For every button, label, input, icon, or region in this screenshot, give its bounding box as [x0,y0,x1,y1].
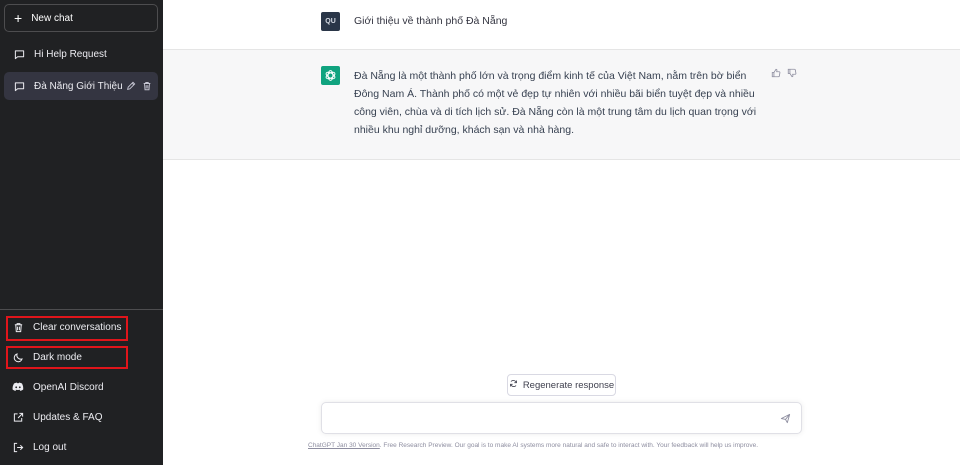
user-message: Giới thiệu về thành phố Đà Nẵng [354,15,508,27]
sidebar-item-label: Đà Nẵng Giới Thiệu [34,80,123,92]
clear-conversations-label: Clear conversations [33,321,122,333]
refresh-icon [509,379,518,391]
clear-conversations-button[interactable]: Clear conversations [4,314,158,340]
plus-icon: + [14,10,23,26]
thumbs-up-icon[interactable] [771,68,781,78]
dark-mode-button[interactable]: Dark mode [4,344,158,370]
version-link[interactable]: ChatGPT Jan 30 Version [308,442,380,449]
dark-mode-label: Dark mode [33,351,82,363]
chat-bubble-icon [13,48,25,60]
new-chat-button[interactable]: + New chat [4,4,158,32]
assistant-message: Đà Nẵng là một thành phố lớn và trọng đi… [354,70,757,136]
send-icon[interactable] [780,413,791,424]
assistant-message-row: Đà Nẵng là một thành phố lớn và trọng đi… [163,50,960,160]
thumbs-down-icon[interactable] [787,68,797,78]
updates-faq-label: Updates & FAQ [33,411,103,423]
sidebar-item-hi-help-request[interactable]: Hi Help Request [4,40,158,68]
trash-icon[interactable] [142,81,152,91]
sidebar-item-da-nang[interactable]: Đà Nẵng Giới Thiệu [4,72,158,100]
chat-main: QU Giới thiệu về thành phố Đà Nẵng Đà Nẵ… [163,0,960,465]
regenerate-label: Regenerate response [522,379,615,391]
sidebar-divider [0,309,163,310]
user-avatar: QU [321,12,340,31]
log-out-label: Log out [33,441,67,453]
openai-discord-link[interactable]: OpenAI Discord [4,374,158,400]
sidebar: + New chat Hi Help Request Đà Nẵng Giới … [0,0,163,465]
edit-icon[interactable] [126,81,136,91]
chat-bubble-icon [13,80,25,92]
trash-icon [12,321,24,333]
user-message-row: QU Giới thiệu về thành phố Đà Nẵng [163,0,960,50]
moon-icon [12,351,24,363]
discord-icon [12,381,24,393]
openai-discord-label: OpenAI Discord [33,381,104,393]
regenerate-response-button[interactable]: Regenerate response [507,374,616,396]
log-out-button[interactable]: Log out [4,434,158,460]
external-link-icon [12,411,24,423]
openai-logo-icon [321,66,340,85]
sidebar-item-label: Hi Help Request [34,48,107,60]
footer-disclaimer: ChatGPT Jan 30 Version. Free Research Pr… [308,442,828,449]
updates-faq-link[interactable]: Updates & FAQ [4,404,158,430]
footer-text: . Free Research Preview. Our goal is to … [379,442,759,449]
new-chat-label: New chat [31,12,73,24]
message-input[interactable] [321,402,802,434]
logout-icon [12,441,24,453]
